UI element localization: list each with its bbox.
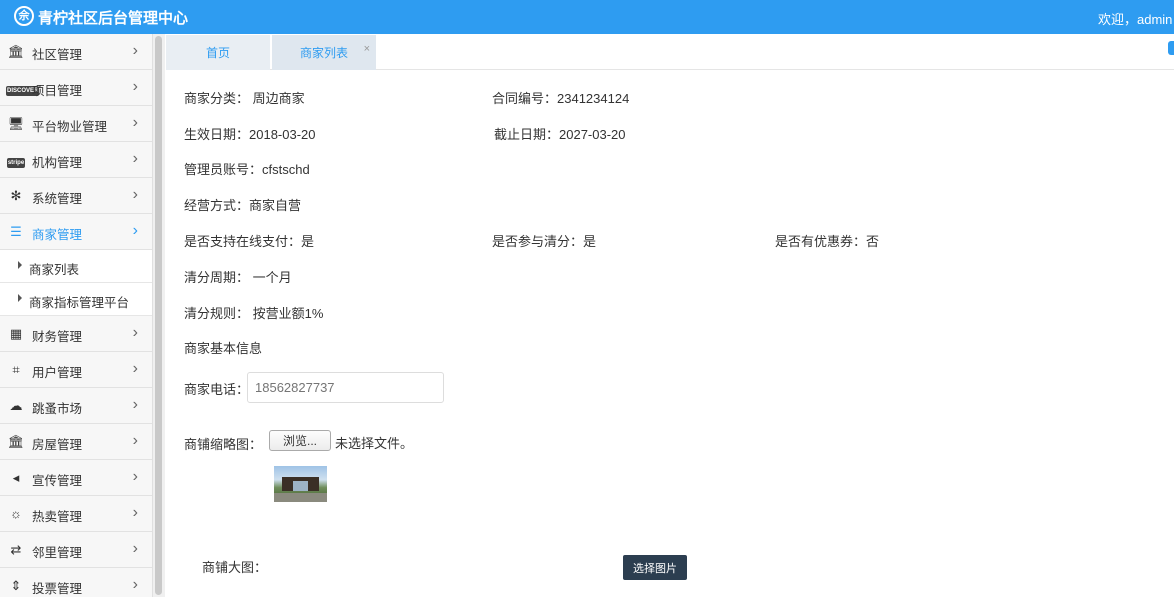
- sidebar-item-label: 宣传管理: [32, 474, 83, 488]
- merchant-category: 商家分类： 周边商家: [184, 91, 305, 106]
- sidebar-item-label: 邻里管理: [32, 546, 83, 560]
- no-file-selected-text: 未选择文件。: [335, 436, 414, 451]
- sidebar-item-housing[interactable]: 🏛 房屋管理 ›: [0, 424, 152, 460]
- merchant-detail: 商家分类： 周边商家 合同编号：2341234124 生效日期：2018-03-…: [166, 71, 1174, 597]
- browse-file-button[interactable]: 浏览...: [269, 430, 331, 451]
- sidebar-item-flea-market[interactable]: ☁ 跳蚤市场 ›: [0, 388, 152, 424]
- sort-icon: ⇕: [10, 578, 22, 593]
- business-mode: 经营方式：商家自营: [184, 198, 302, 213]
- app-title: 青柠社区后台管理中心: [38, 10, 189, 27]
- online-payment: 是否支持在线支付：是: [184, 234, 315, 249]
- thumbnail-label: 商铺缩略图：: [184, 437, 263, 452]
- sidebar-item-label: 财务管理: [32, 330, 83, 344]
- sidebar-item-hot-sale[interactable]: ☼ 热卖管理 ›: [0, 496, 152, 532]
- sidebar-item-label: 跳蚤市场: [32, 402, 83, 416]
- calculator-icon: ▦: [9, 326, 23, 341]
- discover-card-icon: DISCOVER: [6, 86, 40, 96]
- retweet-icon: ⇄: [10, 542, 22, 557]
- phone-label: 商家电话：: [184, 382, 250, 397]
- sidebar-subitem-label: 商家指标管理平台: [29, 296, 130, 310]
- chevron-right-icon: ›: [132, 576, 138, 593]
- sidebar-item-label: 用户管理: [32, 366, 83, 380]
- sidebar-item-users[interactable]: ⌗ 用户管理 ›: [0, 352, 152, 388]
- sidebar-item-label: 机构管理: [32, 156, 83, 170]
- phone-input[interactable]: [247, 372, 444, 403]
- contract-number: 合同编号：2341234124: [492, 91, 630, 106]
- sidebar-item-system[interactable]: ✻ 系统管理 ›: [0, 178, 152, 214]
- stripe-icon: stripe: [6, 158, 26, 168]
- chevron-right-icon: ›: [132, 360, 138, 377]
- chevron-right-icon: ›: [132, 114, 138, 131]
- chevron-right-icon: ›: [132, 540, 138, 557]
- chevron-right-icon: ›: [132, 396, 138, 413]
- chevron-right-icon: ›: [132, 468, 138, 485]
- chevron-right-icon: ›: [132, 324, 138, 341]
- sidebar-item-voting[interactable]: ⇕ 投票管理 ›: [0, 568, 152, 597]
- sidebar-item-label: 社区管理: [32, 48, 83, 62]
- monitor-icon: 🖥: [7, 116, 25, 131]
- sidebar-item-label: 投票管理: [32, 582, 83, 596]
- sidebar-subitem-merchant-list[interactable]: 商家列表: [0, 250, 152, 283]
- sun-icon: ☼: [10, 506, 22, 521]
- bank-icon: 🏛: [7, 44, 25, 59]
- tab-merchant-list[interactable]: 商家列表 ×: [272, 35, 376, 70]
- close-icon[interactable]: ×: [364, 31, 370, 67]
- sidebar-scroll-thumb[interactable]: [155, 36, 162, 595]
- sidebar-item-property[interactable]: 🖥 平台物业管理 ›: [0, 106, 152, 142]
- big-image-label: 商铺大图：: [202, 560, 268, 575]
- clearing-rule: 清分规则： 按营业额1%: [184, 306, 324, 321]
- select-image-button[interactable]: 选择图片: [623, 555, 687, 580]
- start-date: 生效日期：2018-03-20: [184, 127, 316, 142]
- chevron-right-icon: ›: [132, 186, 138, 203]
- tab-label: 商家列表: [299, 46, 348, 60]
- chevron-right-icon: ›: [132, 432, 138, 449]
- caret-right-icon: [18, 294, 22, 302]
- sidebar-item-neighborhood[interactable]: ⇄ 邻里管理 ›: [0, 532, 152, 568]
- refresh-icon[interactable]: [1168, 41, 1174, 55]
- admin-account: 管理员账号：cfstschd: [184, 162, 310, 177]
- crop-icon: ⌗: [12, 362, 20, 377]
- list-icon: ☰: [10, 224, 22, 239]
- tab-bar: 首页 商家列表 ×: [166, 35, 1174, 70]
- bank-icon: 🏛: [7, 434, 25, 449]
- sidebar-item-institutions[interactable]: stripe 机构管理 ›: [0, 142, 152, 178]
- sidebar-item-label: 房屋管理: [32, 438, 83, 452]
- sidebar-item-label: 平台物业管理: [32, 120, 108, 134]
- chevron-right-icon: ›: [132, 42, 138, 59]
- chevron-right-icon: ›: [132, 150, 138, 167]
- section-title: 商家基本信息: [184, 341, 263, 356]
- sidebar-subitem-merchant-metrics[interactable]: 商家指标管理平台: [0, 283, 152, 316]
- sidebar-item-label: 商家管理: [32, 228, 83, 242]
- sidebar-item-finance[interactable]: ▦ 财务管理 ›: [0, 316, 152, 352]
- volume-icon: ◂: [12, 470, 20, 485]
- top-bar: 佘 青柠社区后台管理中心 欢迎，admin: [0, 0, 1174, 34]
- sidebar-item-label: 项目管理: [32, 84, 83, 98]
- sidebar-item-community[interactable]: 🏛 社区管理 ›: [0, 34, 152, 70]
- sidebar-item-projects[interactable]: DISCOVER 项目管理 ›: [0, 70, 152, 106]
- clearing-participation: 是否参与清分：是: [492, 234, 597, 249]
- chevron-right-icon: ›: [132, 222, 138, 239]
- sidebar-subitem-label: 商家列表: [29, 263, 80, 277]
- shop-thumbnail-image: [274, 466, 327, 502]
- chevron-right-icon: ›: [132, 504, 138, 521]
- chevron-right-icon: ›: [132, 78, 138, 95]
- yelp-icon: ✻: [10, 188, 22, 203]
- welcome-user-text[interactable]: 欢迎，admin: [1098, 9, 1174, 28]
- sidebar: 🏛 社区管理 › DISCOVER 项目管理 › 🖥 平台物业管理 › stri…: [0, 34, 153, 597]
- sidebar-item-label: 热卖管理: [32, 510, 83, 524]
- tab-home[interactable]: 首页: [166, 35, 270, 70]
- sidebar-item-label: 系统管理: [32, 192, 83, 206]
- sidebar-scrollbar[interactable]: [153, 34, 165, 597]
- end-date: 截止日期：2027-03-20: [494, 127, 626, 142]
- clearing-cycle: 清分周期： 一个月: [184, 270, 292, 285]
- coupon-availability: 是否有优惠券：否: [775, 234, 880, 249]
- sidebar-item-promotion[interactable]: ◂ 宣传管理 ›: [0, 460, 152, 496]
- app-logo-icon: 佘: [14, 6, 34, 26]
- cloud-icon: ☁: [9, 398, 23, 413]
- sidebar-item-merchants[interactable]: ☰ 商家管理 ›: [0, 214, 152, 250]
- caret-right-icon: [18, 261, 22, 269]
